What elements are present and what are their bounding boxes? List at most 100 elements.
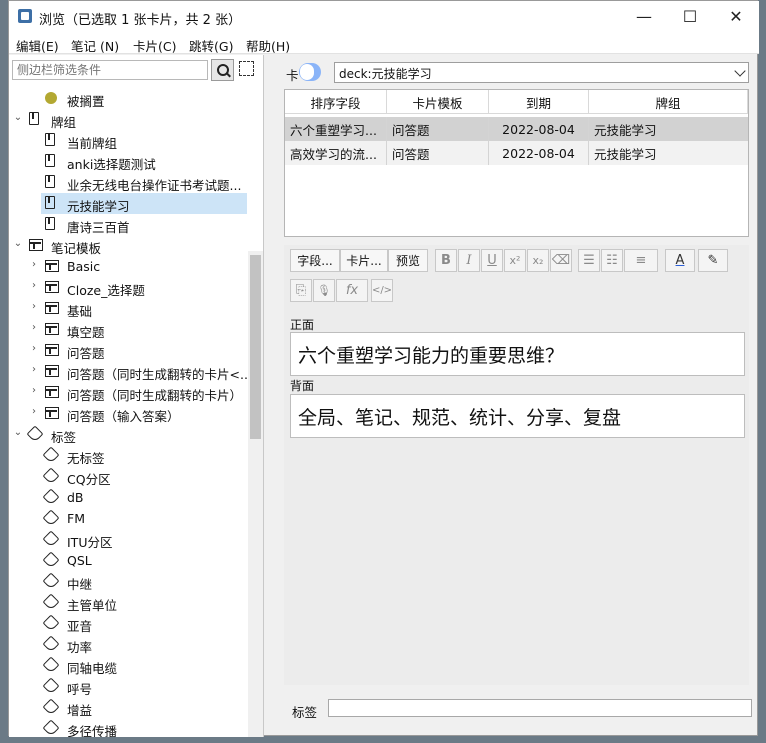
minimize-button[interactable]: — xyxy=(621,1,667,32)
sidebar-item-label: dB xyxy=(67,490,84,505)
sidebar-item[interactable]: 中继 xyxy=(9,571,247,592)
expand-chevron-icon[interactable]: › xyxy=(29,280,39,291)
table-header: 排序字段 卡片模板 到期 牌组 xyxy=(285,90,748,114)
notetype-icon xyxy=(45,344,59,356)
highlight-icon[interactable]: ✎ xyxy=(698,249,728,272)
tag-icon xyxy=(42,656,60,674)
sidebar-item-label: 基础 xyxy=(67,304,93,319)
anki-app-icon xyxy=(18,9,32,23)
attach-icon[interactable]: ⎘ xyxy=(290,279,312,302)
expand-chevron-icon[interactable]: › xyxy=(29,385,39,396)
chevron-down-icon[interactable] xyxy=(734,65,746,77)
sidebar-item[interactable]: 唐诗三百首 xyxy=(9,214,247,235)
column-sort-field[interactable]: 排序字段 xyxy=(285,90,387,114)
sidebar-item[interactable]: › 基础 xyxy=(9,298,247,319)
sidebar-item[interactable]: › 问答题（输入答案） xyxy=(9,403,247,424)
sidebar-item[interactable]: CQ分区 xyxy=(9,466,247,487)
sidebar-item-label: 问答题 xyxy=(67,346,105,361)
expand-chevron-icon[interactable]: ⌄ xyxy=(13,427,23,438)
column-card-template[interactable]: 卡片模板 xyxy=(387,90,489,114)
column-deck[interactable]: 牌组 xyxy=(589,90,748,114)
sidebar-item-label: Basic xyxy=(67,259,101,274)
sidebar-item-label: 同轴电缆 xyxy=(67,661,118,676)
sidebar-filter-input[interactable] xyxy=(12,60,208,80)
sidebar-item-label: 牌组 xyxy=(51,115,77,130)
sidebar-item[interactable]: 当前牌组 xyxy=(9,130,247,151)
expand-chevron-icon[interactable]: › xyxy=(29,406,39,417)
sidebar-item[interactable]: 同轴电缆 xyxy=(9,655,247,676)
sidebar-scroll-thumb[interactable] xyxy=(250,255,261,439)
sidebar-item[interactable]: › 问答题 xyxy=(9,340,247,361)
underline-icon[interactable]: U xyxy=(481,249,503,272)
text-color-icon[interactable]: A xyxy=(665,249,695,272)
preview-button[interactable]: 预览 xyxy=(388,249,428,272)
sidebar-item[interactable]: ITU分区 xyxy=(9,529,247,550)
sidebar-item[interactable]: 被搁置 xyxy=(9,88,247,109)
sidebar-item[interactable]: 无标签 xyxy=(9,445,247,466)
search-icon[interactable] xyxy=(211,59,234,81)
sidebar-item[interactable]: 元技能学习 xyxy=(9,193,247,214)
menu-cards[interactable]: 卡片(C) xyxy=(133,36,176,55)
mathjax-icon[interactable]: fx xyxy=(336,279,368,302)
sidebar-item[interactable]: 功率 xyxy=(9,634,247,655)
menu-go[interactable]: 跳转(G) xyxy=(189,36,233,55)
sidebar-item[interactable]: 呼号 xyxy=(9,676,247,697)
menu-edit[interactable]: 编辑(E) xyxy=(16,36,59,55)
sidebar-item[interactable]: ⌄ 标签 xyxy=(9,424,247,445)
unordered-list-icon[interactable]: ☰ xyxy=(578,249,600,272)
cards-button[interactable]: 卡片... xyxy=(340,249,388,272)
sidebar-item-label: QSL xyxy=(67,553,92,568)
italic-icon[interactable]: I xyxy=(458,249,480,272)
sidebar-item[interactable]: 增益 xyxy=(9,697,247,718)
sidebar-item[interactable]: FM xyxy=(9,508,247,529)
eraser-icon[interactable]: ⌫ xyxy=(550,249,572,272)
sidebar-item[interactable]: dB xyxy=(9,487,247,508)
sidebar-item[interactable]: › 问答题（同时生成翻转的卡片） xyxy=(9,382,247,403)
sidebar-item[interactable]: anki选择题测试 xyxy=(9,151,247,172)
expand-chevron-icon[interactable]: › xyxy=(29,301,39,312)
cell-sort-field: 六个重塑学习... xyxy=(285,117,387,141)
sidebar-item[interactable]: › 问答题（同时生成翻转的卡片<... xyxy=(9,361,252,382)
sidebar-item[interactable]: 多径传播 xyxy=(9,718,247,737)
expand-chevron-icon[interactable]: › xyxy=(29,322,39,333)
close-button[interactable]: ✕ xyxy=(713,1,759,32)
column-due[interactable]: 到期 xyxy=(489,90,589,114)
expand-chevron-icon[interactable]: ⌄ xyxy=(13,112,23,123)
tags-input[interactable] xyxy=(328,699,752,717)
microphone-icon[interactable]: 🎙 xyxy=(313,279,335,302)
sidebar-item[interactable]: 主管单位 xyxy=(9,592,247,613)
menu-help[interactable]: 帮助(H) xyxy=(246,36,290,55)
table-row[interactable]: 六个重塑学习... 问答题 2022-08-04 元技能学习 xyxy=(285,117,748,141)
sidebar-item[interactable]: › Basic xyxy=(9,256,247,277)
sidebar-item[interactable]: › Cloze_选择题 xyxy=(9,277,247,298)
ordered-list-icon[interactable]: ☷ xyxy=(601,249,623,272)
sidebar-item[interactable]: 业余无线电台操作证书考试题... xyxy=(9,172,247,193)
sidebar-item-label: 亚音 xyxy=(67,619,93,634)
expand-chevron-icon[interactable]: › xyxy=(29,259,39,270)
sidebar-item[interactable]: 亚音 xyxy=(9,613,247,634)
expand-chevron-icon[interactable]: › xyxy=(29,364,39,375)
cards-notes-toggle[interactable] xyxy=(299,63,321,81)
subscript-icon[interactable]: x₂ xyxy=(527,249,549,272)
html-editor-icon[interactable]: </> xyxy=(371,279,393,302)
sidebar-item[interactable]: ⌄ 笔记模板 xyxy=(9,235,247,256)
table-row[interactable]: 高效学习的流... 问答题 2022-08-04 元技能学习 xyxy=(285,141,748,165)
expand-chevron-icon[interactable]: › xyxy=(29,343,39,354)
back-field[interactable]: 全局、笔记、规范、统计、分享、复盘 xyxy=(290,394,745,438)
select-tool-icon[interactable] xyxy=(239,61,254,76)
sidebar-item[interactable]: ⌄ 牌组 xyxy=(9,109,247,130)
sidebar-item[interactable]: QSL xyxy=(9,550,247,571)
maximize-button[interactable]: ☐ xyxy=(667,1,713,32)
fields-button[interactable]: 字段... xyxy=(290,249,340,272)
expand-chevron-icon[interactable]: ⌄ xyxy=(13,238,23,249)
search-query-input[interactable]: deck:元技能学习 xyxy=(334,62,749,83)
sidebar: 被搁置 ⌄ 牌组当前牌组 anki选择题测试业余无线电台操作证书考试题... 元技能学习… xyxy=(9,55,264,737)
front-field[interactable]: 六个重塑学习能力的重要思维？ xyxy=(290,332,745,376)
align-dropdown-icon[interactable]: ≡ xyxy=(624,249,658,272)
menu-notes[interactable]: 笔记 (N) xyxy=(71,36,119,55)
superscript-icon[interactable]: x² xyxy=(504,249,526,272)
cell-due: 2022-08-04 xyxy=(489,141,589,165)
sidebar-item[interactable]: › 填空题 xyxy=(9,319,247,340)
bold-icon[interactable]: B xyxy=(435,249,457,272)
sidebar-item-label: 多径传播 xyxy=(67,724,118,737)
